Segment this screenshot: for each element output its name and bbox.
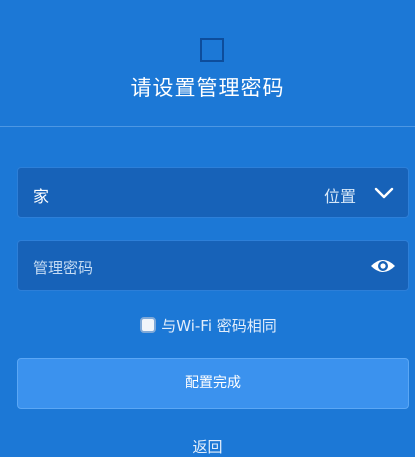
divider	[0, 126, 415, 127]
confirm-button[interactable]: 配置完成	[17, 358, 409, 409]
back-link[interactable]: 返回	[0, 436, 415, 457]
same-as-wifi-option[interactable]: 与Wi-Fi 密码相同	[0, 314, 415, 336]
location-value: 家	[33, 187, 50, 206]
eye-icon[interactable]	[370, 255, 396, 277]
location-select[interactable]: 家 位置	[17, 167, 409, 218]
password-placeholder: 管理密码	[33, 259, 94, 277]
same-as-wifi-label: 与Wi-Fi 密码相同	[161, 316, 277, 335]
same-as-wifi-checkbox[interactable]	[140, 317, 157, 333]
location-label: 位置	[323, 187, 356, 206]
page-title: 请设置管理密码	[130, 76, 285, 100]
logo-icon	[200, 38, 224, 62]
password-input[interactable]: 管理密码	[17, 240, 409, 291]
chevron-down-icon[interactable]	[372, 181, 396, 205]
